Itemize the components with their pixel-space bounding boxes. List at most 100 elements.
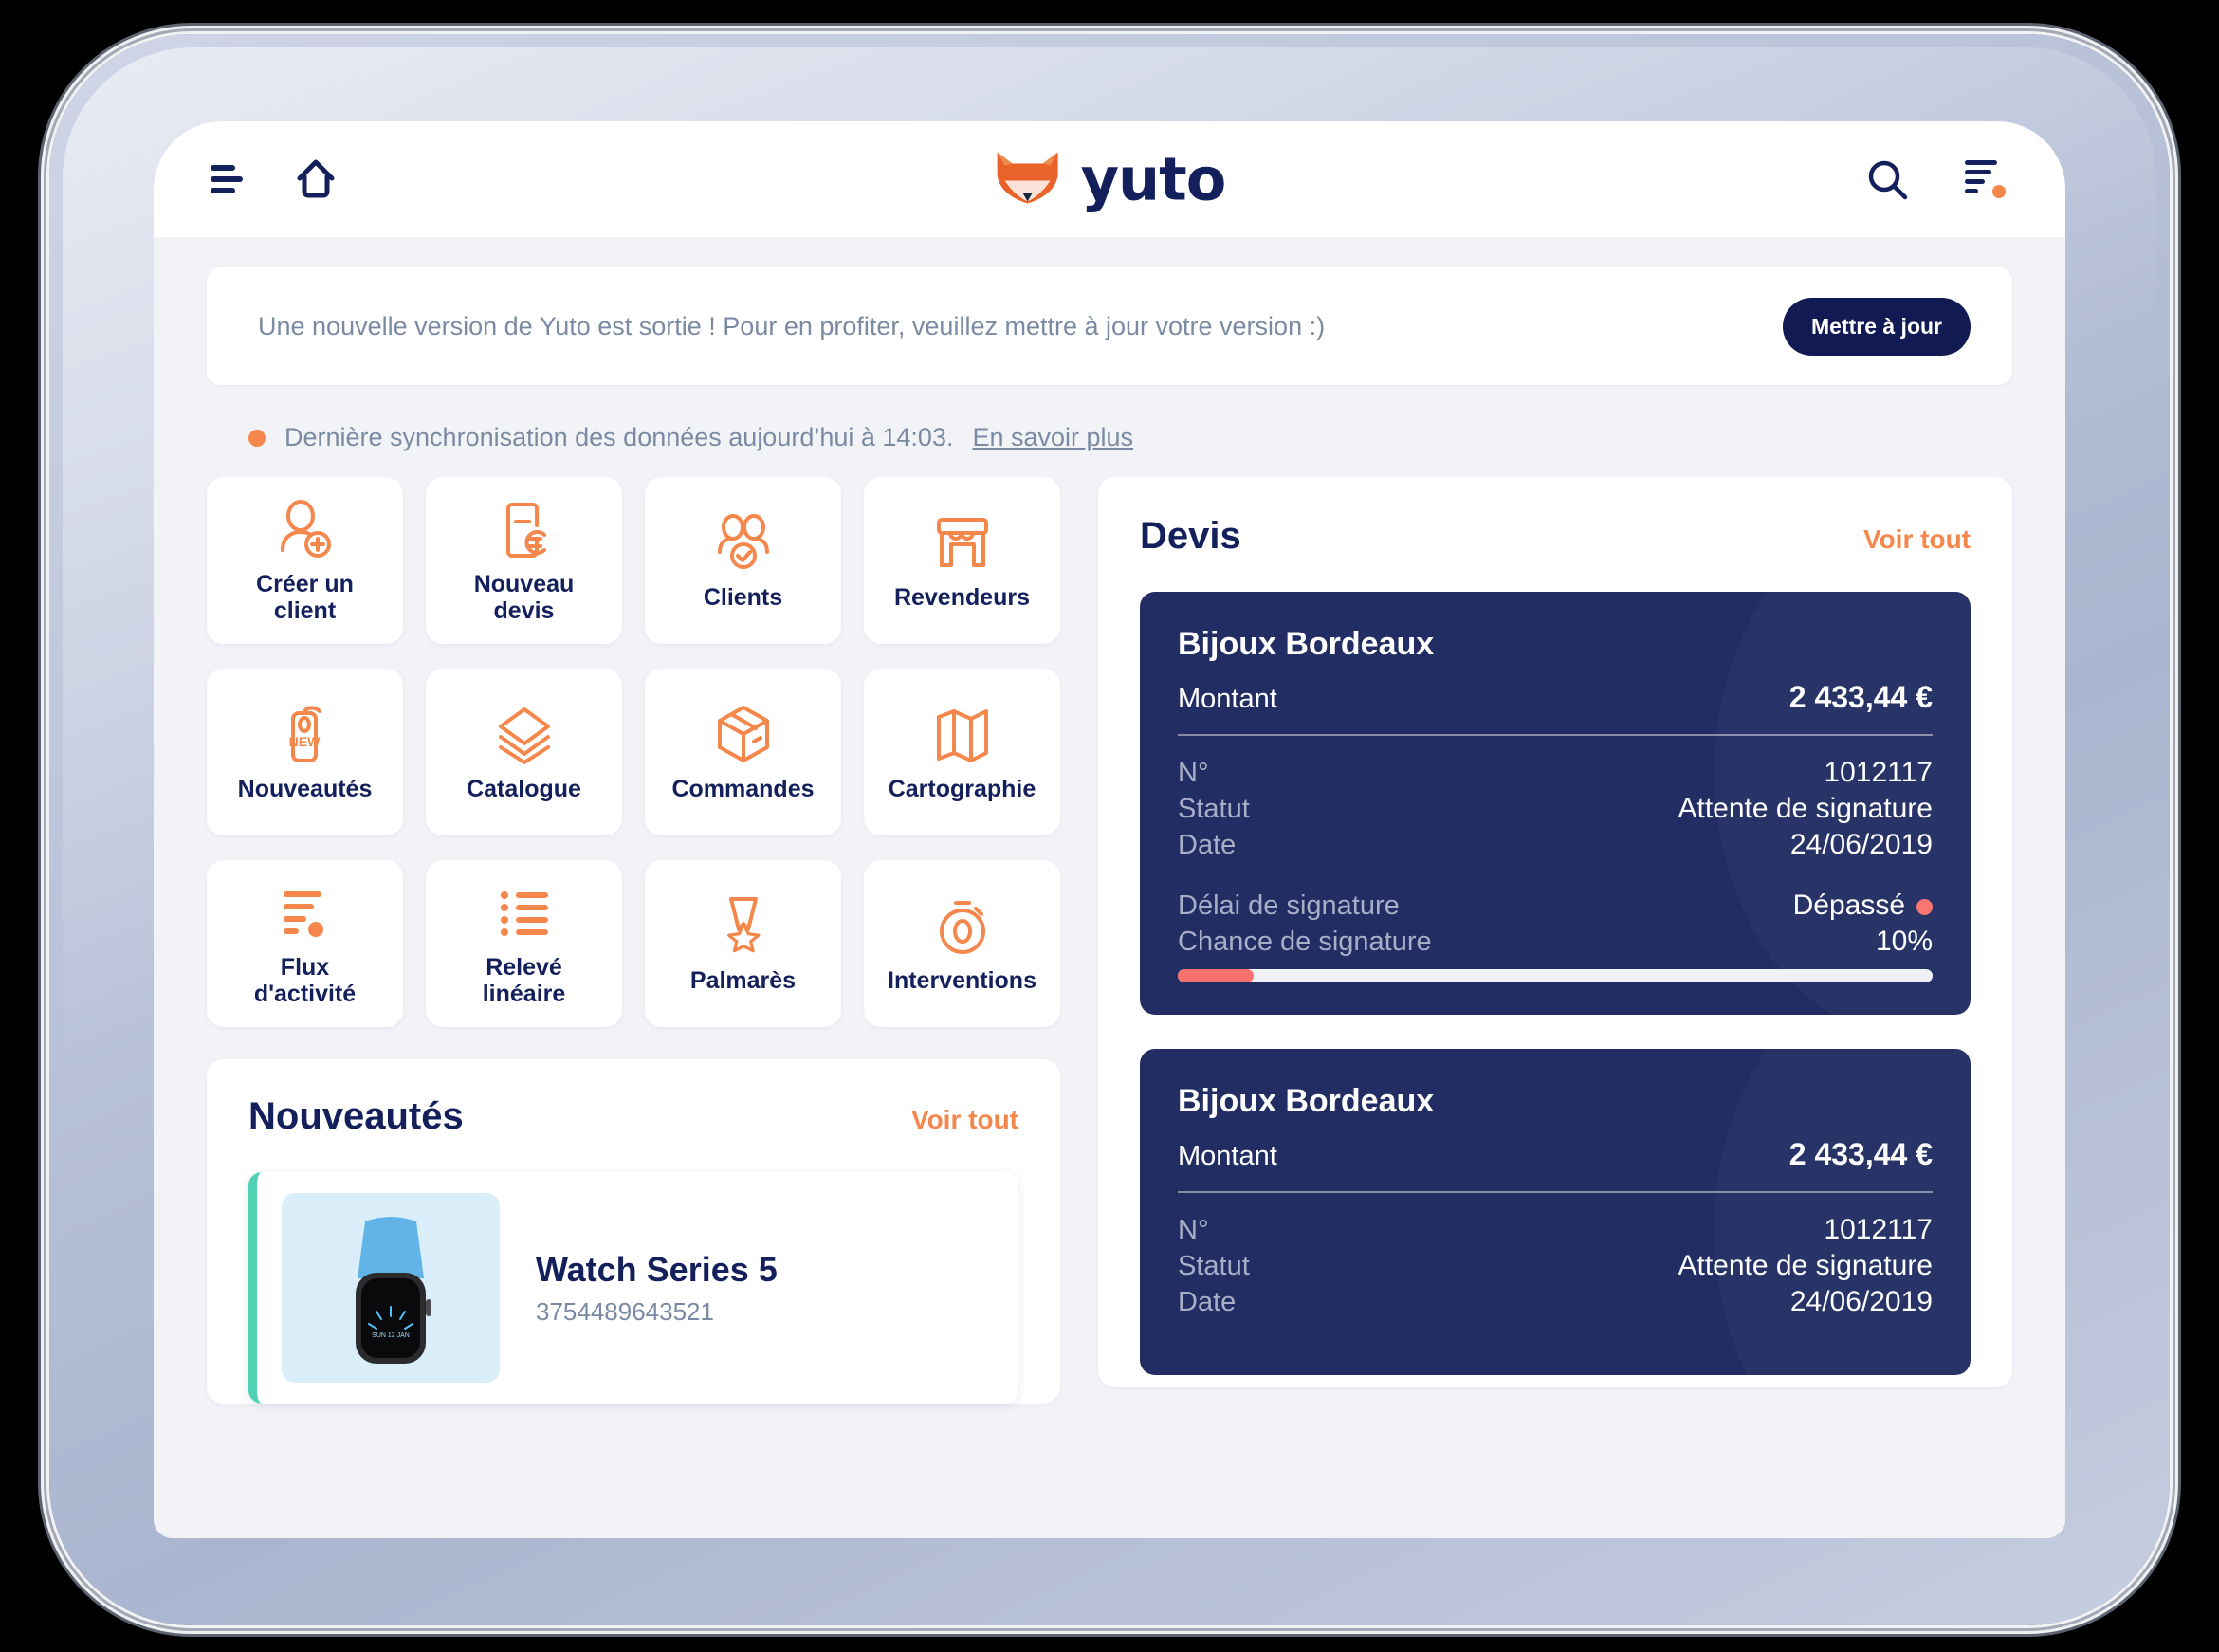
shortcut-palmares[interactable]: Palmarès xyxy=(645,860,841,1027)
quote-euro-icon xyxy=(491,497,558,563)
sync-message: Dernière synchronisation des données auj… xyxy=(284,423,954,451)
stopwatch-icon xyxy=(929,893,996,960)
devis-number-value: 1012117 xyxy=(1824,757,1933,788)
devis-date-row: Date 24/06/2019 xyxy=(1178,829,1933,861)
devis-status-value: Attente de signature xyxy=(1678,1250,1933,1281)
shortcut-flux-d-activite[interactable]: Flux d'activité xyxy=(207,860,403,1027)
shortcut-label: Revendeurs xyxy=(893,584,1031,611)
shortcut-clients[interactable]: Clients xyxy=(645,477,841,644)
sync-status: Dernière synchronisation des données auj… xyxy=(248,423,2012,452)
list-item[interactable]: SUN 12 JAN Watch Series 5 3754489643521 xyxy=(248,1172,1018,1404)
devis-date-value: 24/06/2019 xyxy=(1789,829,1933,860)
filter-sort-icon[interactable] xyxy=(1963,158,2007,200)
devis-number-row: N° 1012117 xyxy=(1178,757,1933,789)
shortcut-releve-lineaire[interactable]: Relevé linéaire xyxy=(426,860,622,1027)
users-check-icon xyxy=(710,510,777,577)
devis-chance-value: 10% xyxy=(1875,926,1933,957)
fox-logo-icon xyxy=(994,149,1062,211)
screenshot-stage: yuto Une nouvelle version de Yuto est so… xyxy=(0,0,2219,1652)
shortcut-label: Flux d'activité xyxy=(253,954,357,1007)
right-column: Devis Voir tout Bijoux Bordeaux Montant … xyxy=(1098,477,2012,1387)
shortcut-creer-un-client[interactable]: Créer un client xyxy=(207,477,403,644)
devis-date-label: Date xyxy=(1178,830,1237,860)
devis-number-label: N° xyxy=(1178,758,1209,788)
update-message: Une nouvelle version de Yuto est sortie … xyxy=(258,311,1326,340)
nouveautes-see-all-link[interactable]: Voir tout xyxy=(911,1105,1018,1135)
shortcut-label: Nouveau devis xyxy=(473,571,575,624)
devis-card[interactable]: Bijoux Bordeaux Montant 2 433,44 € N° 10… xyxy=(1140,1049,1971,1375)
brand-logo: yuto xyxy=(994,149,1226,211)
shortcut-label: Cartographie xyxy=(888,776,1036,802)
shortcut-label: Relevé linéaire xyxy=(482,954,566,1007)
shortcut-grid: Créer un client Nouveau devis Clients Re… xyxy=(207,477,1060,1027)
new-tag-icon: NEW xyxy=(272,702,339,768)
activity-feed-icon xyxy=(272,880,339,946)
shortcut-revendeurs[interactable]: Revendeurs xyxy=(864,477,1060,644)
sync-learn-more-link[interactable]: En savoir plus xyxy=(972,423,1133,452)
devis-client-name: Bijoux Bordeaux xyxy=(1178,626,1435,662)
bullet-list-icon xyxy=(491,880,558,946)
dashboard-content: Une nouvelle version de Yuto est sortie … xyxy=(154,237,2065,1538)
devis-amount-label: Montant xyxy=(1178,1141,1277,1171)
update-banner: Une nouvelle version de Yuto est sortie … xyxy=(207,267,2012,385)
smartwatch-photo: SUN 12 JAN xyxy=(282,1193,500,1383)
devis-number-label: N° xyxy=(1178,1215,1209,1245)
shortcut-label: Clients xyxy=(703,584,783,611)
nouveautes-panel: Nouveautés Voir tout SUN 12 JAN Watch Se… xyxy=(207,1059,1060,1404)
shortcut-label: Catalogue xyxy=(467,776,581,802)
devis-client-name: Bijoux Bordeaux xyxy=(1178,1083,1435,1119)
layers-icon xyxy=(491,702,558,768)
search-icon[interactable] xyxy=(1864,156,1910,202)
box-icon xyxy=(710,702,777,768)
home-icon[interactable] xyxy=(294,157,338,201)
product-reference: 3754489643521 xyxy=(536,1296,714,1326)
dashboard-columns: Créer un client Nouveau devis Clients Re… xyxy=(207,477,2012,1404)
shortcut-label: Commandes xyxy=(671,776,815,802)
devis-delay-label: Délai de signature xyxy=(1178,890,1400,921)
devis-amount-row: Montant 2 433,44 € xyxy=(1178,1137,1933,1172)
shortcut-label: Interventions xyxy=(888,967,1036,994)
shortcut-catalogue[interactable]: Catalogue xyxy=(426,669,622,835)
tablet-screen: yuto Une nouvelle version de Yuto est so… xyxy=(154,121,2065,1538)
nouveautes-title: Nouveautés xyxy=(248,1095,464,1137)
devis-status-row: Statut Attente de signature xyxy=(1178,793,1933,825)
devis-chance-label: Chance de signature xyxy=(1178,927,1432,957)
shortcut-nouveau-devis[interactable]: Nouveau devis xyxy=(426,477,622,644)
left-column: Créer un client Nouveau devis Clients Re… xyxy=(207,477,1060,1404)
devis-title: Devis xyxy=(1140,515,1241,557)
svg-text:SUN 12 JAN: SUN 12 JAN xyxy=(372,1332,410,1339)
devis-amount-label: Montant xyxy=(1178,684,1277,714)
brand-name: yuto xyxy=(1080,144,1227,213)
devis-chance-row: Chance de signature 10% xyxy=(1178,926,1933,958)
devis-amount-value: 2 433,44 € xyxy=(1788,680,1933,714)
devis-delay-value: Dépassé xyxy=(1792,890,1905,921)
shortcut-label: Nouveautés xyxy=(237,776,373,802)
devis-card[interactable]: Bijoux Bordeaux Montant 2 433,44 € N° 10… xyxy=(1140,592,1971,1015)
map-icon xyxy=(929,702,996,768)
devis-number-row: N° 1012117 xyxy=(1178,1214,1933,1246)
shortcut-commandes[interactable]: Commandes xyxy=(645,669,841,835)
hamburger-menu-icon[interactable] xyxy=(209,163,250,195)
devis-see-all-link[interactable]: Voir tout xyxy=(1863,524,1971,555)
list-item-meta: Watch Series 5 3754489643521 xyxy=(536,1250,994,1327)
shortcut-nouveautes[interactable]: NEW Nouveautés xyxy=(207,669,403,835)
devis-status-label: Statut xyxy=(1178,794,1250,824)
devis-status-row: Statut Attente de signature xyxy=(1178,1250,1933,1282)
devis-divider xyxy=(1178,734,1933,736)
devis-delay-row: Délai de signature Dépassé xyxy=(1178,890,1933,922)
shortcut-label: Palmarès xyxy=(689,967,797,994)
devis-number-value: 1012117 xyxy=(1824,1214,1933,1245)
devis-status-label: Statut xyxy=(1178,1251,1250,1281)
devis-date-value: 24/06/2019 xyxy=(1789,1286,1933,1317)
header-left-actions xyxy=(154,157,338,201)
shortcut-cartographie[interactable]: Cartographie xyxy=(864,669,1060,835)
devis-header: Devis Voir tout xyxy=(1140,515,1971,558)
sync-status-dot xyxy=(248,429,266,447)
devis-status-value: Attente de signature xyxy=(1678,793,1933,824)
shortcut-interventions[interactable]: Interventions xyxy=(864,860,1060,1027)
update-button[interactable]: Mettre à jour xyxy=(1782,297,1971,356)
storefront-icon xyxy=(929,510,996,577)
svg-text:NEW: NEW xyxy=(288,734,320,749)
